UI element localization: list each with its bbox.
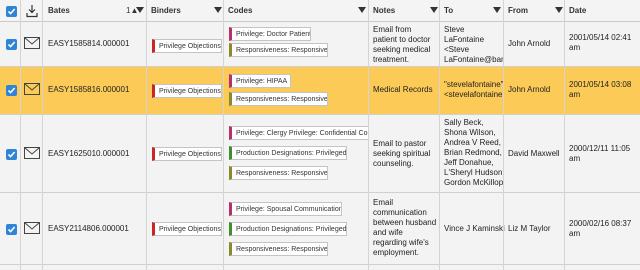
code-tag[interactable]: Privilege: Clergy Privilege: Confidentia… — [229, 126, 369, 140]
date-sent: 2000/02/16 08:37 am — [569, 219, 632, 238]
column-header-date[interactable]: Date — [565, 0, 640, 22]
from-filter-icon[interactable] — [555, 7, 563, 13]
code-tag[interactable]: Privilege: Doctor Patient — [229, 27, 311, 41]
binder-tag[interactable]: Privilege Objections — [152, 222, 222, 236]
to-recipients: Steve LaFontaine <Steve LaFontaine@bank — [444, 25, 504, 64]
column-divider — [20, 0, 21, 270]
to-recipients: Vince J Kaminski — [444, 224, 505, 233]
bates-number[interactable]: EASY1585814.000001 — [44, 39, 129, 49]
code-tag[interactable]: Responsiveness: Responsive — [229, 43, 328, 57]
code-tag[interactable]: Privilege: Spousal Communication — [229, 202, 342, 216]
column-divider — [368, 0, 369, 270]
envelope-icon[interactable] — [24, 37, 40, 51]
notes-text: Email from patient to doctor seeking medic… — [373, 25, 431, 64]
grid-header: Bates 1▲ Binders Codes Notes To From Dat… — [0, 0, 640, 22]
column-divider — [503, 0, 504, 270]
notes-text: Email to pastor seeking spiritual counseli… — [373, 139, 431, 168]
column-divider — [146, 0, 147, 270]
document-grid: Bates 1▲ Binders Codes Notes To From Dat… — [0, 0, 640, 270]
bates-number[interactable]: EASY1585816.000001 — [44, 85, 129, 95]
select-all-checkbox[interactable] — [6, 6, 17, 17]
table-row[interactable]: EASY1585814.000001 Privilege Objections … — [0, 22, 640, 67]
row-checkbox[interactable] — [6, 149, 17, 160]
checkmark-icon — [7, 87, 16, 94]
row-checkbox[interactable] — [6, 85, 17, 96]
checkmark-icon — [7, 8, 16, 15]
row-checkbox[interactable] — [6, 39, 17, 50]
column-divider — [439, 0, 440, 270]
code-tag[interactable]: Responsiveness: Responsive — [229, 92, 328, 106]
to-recipients: Sally Beck, Shona Wilson, Andrea V Reed, Br… — [444, 118, 504, 187]
notes-filter-icon[interactable] — [430, 7, 438, 13]
binder-tag[interactable]: Privilege Objections — [152, 84, 222, 98]
envelope-icon[interactable] — [24, 222, 40, 236]
codes-filter-icon[interactable] — [358, 7, 366, 13]
checkmark-icon — [7, 41, 16, 48]
date-sent: 2001/05/14 03:08 am — [569, 80, 632, 99]
table-row-selected[interactable]: EASY1585816.000001 Privilege Objections … — [0, 67, 640, 115]
notes-text: Medical Records — [373, 85, 433, 94]
to-filter-icon[interactable] — [493, 7, 501, 13]
notes-text: Email communication between husband and wif… — [373, 198, 437, 257]
from-sender: John Arnold — [508, 39, 551, 48]
binders-filter-icon[interactable] — [214, 7, 222, 13]
table-row[interactable]: EASY1625010.000001 Privilege Objections … — [0, 115, 640, 193]
checkmark-icon — [7, 151, 16, 158]
envelope-icon[interactable] — [24, 83, 40, 97]
date-sent: 2001/05/14 02:41 am — [569, 33, 632, 52]
bates-filter-icon[interactable] — [136, 7, 144, 13]
binder-tag[interactable]: Privilege Objections — [152, 39, 222, 53]
envelope-icon[interactable] — [24, 147, 40, 161]
binder-tag[interactable]: Privilege Objections — [152, 147, 222, 161]
bates-number[interactable]: EASY1625010.000001 — [44, 149, 129, 159]
code-tag[interactable]: Privilege: HIPAA — [229, 74, 291, 88]
row-checkbox[interactable] — [6, 224, 17, 235]
column-divider — [564, 0, 565, 270]
table-row[interactable]: EASY2114806.000001 Privilege Objections … — [0, 193, 640, 265]
from-sender: David Maxwell — [508, 149, 560, 158]
bates-number[interactable]: EASY2114806.000001 — [44, 224, 129, 234]
download-icon[interactable] — [25, 4, 39, 20]
column-divider — [42, 0, 43, 270]
from-sender: Liz M Taylor — [508, 224, 551, 233]
column-header-codes[interactable]: Codes — [224, 0, 369, 22]
date-sent: 2000/12/11 11:05 am — [569, 144, 631, 163]
code-tag[interactable]: Responsiveness: Responsive — [229, 242, 328, 256]
from-sender: John Arnold — [508, 85, 551, 94]
column-divider — [223, 0, 224, 270]
code-tag[interactable]: Responsiveness: Responsive — [229, 166, 328, 180]
code-tag[interactable]: Production Designations: Privileged — [229, 222, 347, 236]
to-recipients: "stevelafontaine" <stevelafontaine@ — [444, 80, 504, 99]
code-tag[interactable]: Production Designations: Privileged — [229, 146, 347, 160]
checkmark-icon — [7, 226, 16, 233]
